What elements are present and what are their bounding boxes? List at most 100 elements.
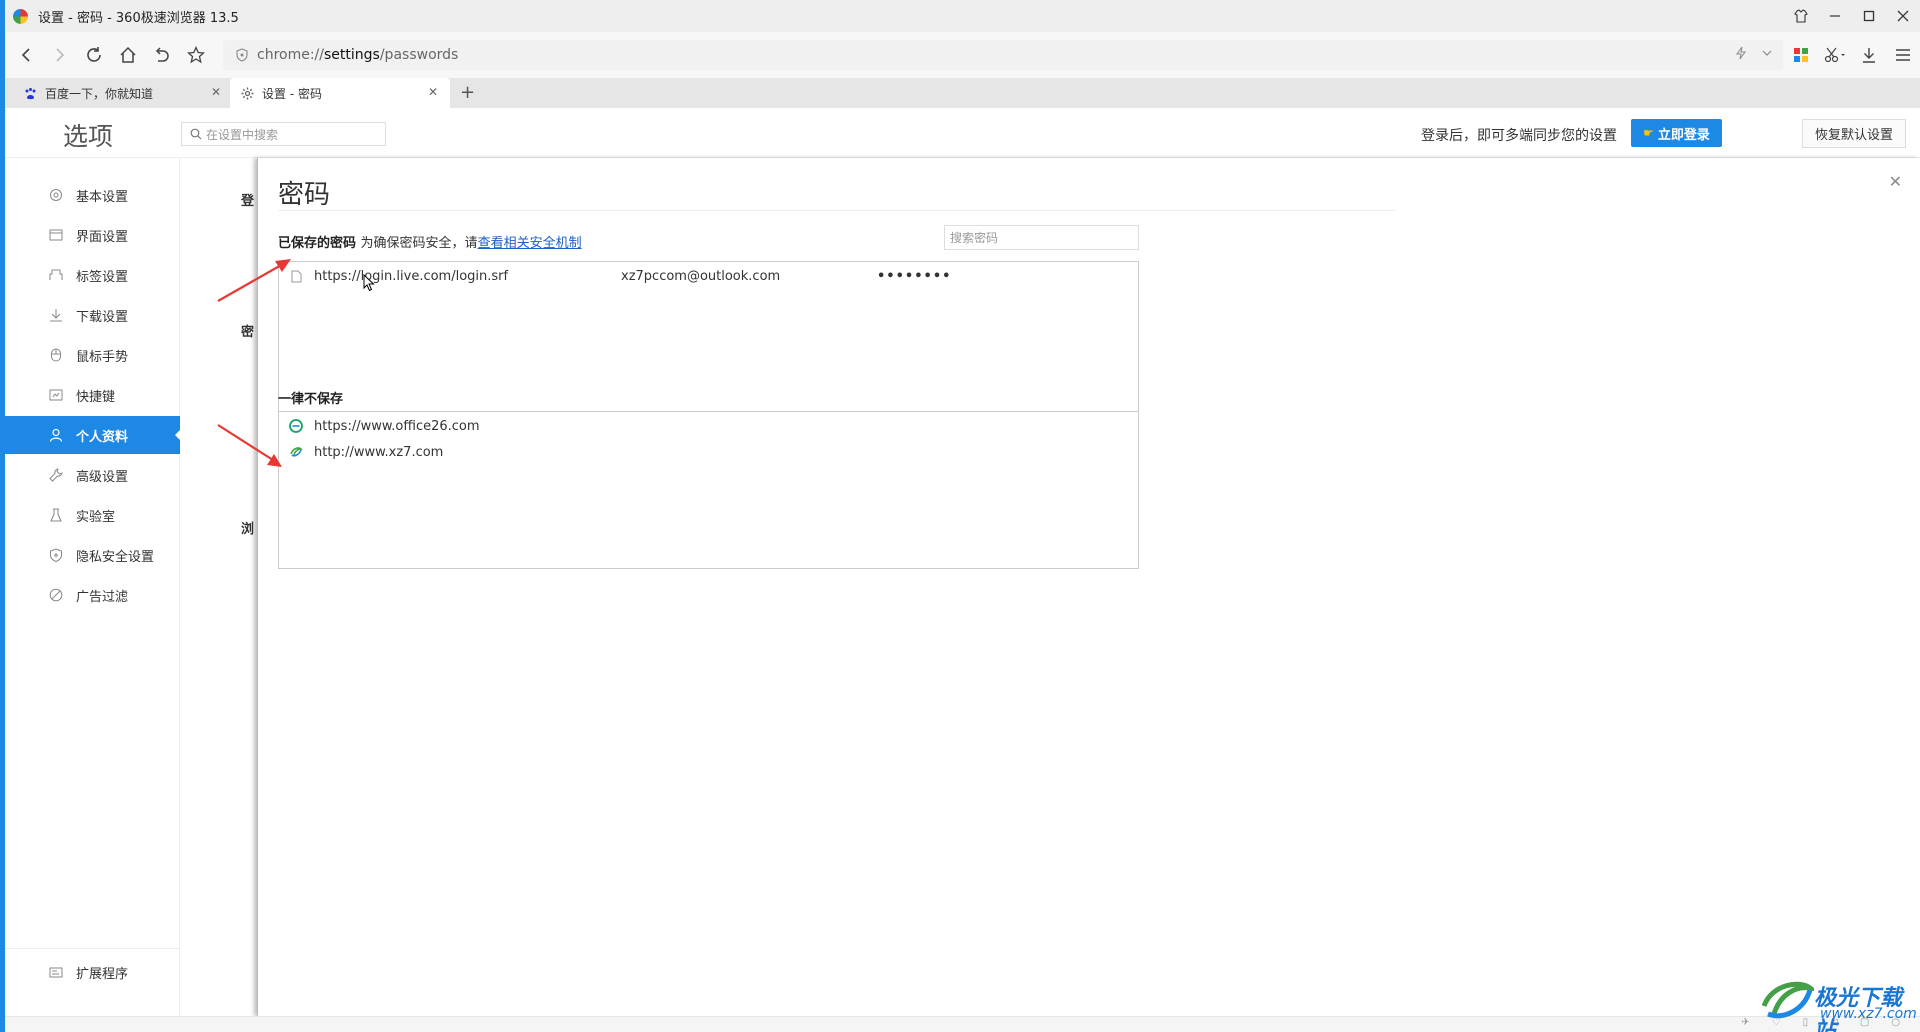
- sidebar-item-profile[interactable]: 个人资料: [5, 416, 181, 454]
- tab-settings-password[interactable]: 设置 - 密码 ✕: [230, 78, 450, 108]
- login-button[interactable]: ☛ 立即登录: [1631, 119, 1722, 147]
- dialog-title: 密码: [278, 180, 331, 210]
- sidebar-item-interface[interactable]: 界面设置: [5, 216, 180, 254]
- tab-label: 百度一下，你就知道: [45, 86, 154, 101]
- flask-icon: [48, 507, 64, 523]
- minimize-button[interactable]: [1818, 0, 1852, 32]
- bookmark-star-button[interactable]: [179, 38, 213, 72]
- toolbar: chrome://settings/passwords: [5, 32, 1920, 78]
- sidebar-item-mouse-gesture[interactable]: 鼠标手势: [5, 336, 180, 374]
- sidebar-item-privacy[interactable]: 隐私安全设置: [5, 536, 180, 574]
- close-icon[interactable]: ✕: [1889, 172, 1902, 191]
- window-controls: [1784, 0, 1920, 32]
- close-icon[interactable]: ✕: [428, 85, 438, 99]
- chevron-down-icon[interactable]: [1761, 47, 1773, 63]
- shield-icon: [48, 547, 64, 563]
- saved-passwords-heading: 已保存的密码 为确保密码安全，请查看相关安全机制: [278, 236, 582, 251]
- download-icon[interactable]: [1852, 38, 1886, 72]
- block-icon: [48, 587, 64, 603]
- background-heading-fragment: 浏: [241, 522, 255, 537]
- settings-header: 选项 在设置中搜索 登录后，即可多端同步您的设置 ☛ 立即登录 恢复默认设置: [5, 108, 1920, 158]
- tab-baidu[interactable]: 百度一下，你就知道 ✕: [13, 78, 233, 108]
- sidebar-item-lab[interactable]: 实验室: [5, 496, 180, 534]
- saved-password-mask: ••••••••: [877, 268, 952, 284]
- sidebar-item-advanced[interactable]: 高级设置: [5, 456, 180, 494]
- dialog-title-divider: [278, 210, 1395, 211]
- watermark-logo-icon: [1761, 981, 1814, 1019]
- sidebar: 基本设置 界面设置 标签设置 下载设置 鼠标手势 快捷键 个人资料 高级设置 实…: [5, 158, 181, 1016]
- new-tab-button[interactable]: +: [460, 82, 475, 103]
- background-heading-fragment: 密: [241, 325, 255, 340]
- annotation-arrow-2: [217, 424, 282, 467]
- office26-site-icon: [289, 419, 303, 433]
- forward-button[interactable]: [43, 38, 77, 72]
- menu-icon[interactable]: [1886, 38, 1920, 72]
- title-bar: 设置 - 密码 - 360极速浏览器 13.5: [5, 0, 1920, 32]
- close-icon[interactable]: ✕: [211, 85, 221, 99]
- sidebar-divider: [5, 948, 180, 949]
- gear-icon: [48, 187, 64, 203]
- never-save-heading: 一律不保存: [278, 392, 344, 407]
- list-item[interactable]: https://www.office26.com: [279, 413, 1138, 439]
- mouse-cursor-icon: [363, 274, 375, 292]
- password-search-input[interactable]: 搜索密码: [944, 225, 1139, 250]
- puzzle-icon: [48, 964, 64, 980]
- sidebar-item-basic[interactable]: 基本设置: [5, 176, 180, 214]
- maximize-button[interactable]: [1852, 0, 1886, 32]
- sidebar-item-adblock[interactable]: 广告过滤: [5, 576, 180, 614]
- gear-icon: [240, 86, 254, 100]
- annotation-arrow-1: [217, 259, 291, 302]
- window-icon: [48, 227, 64, 243]
- security-info-link[interactable]: 查看相关安全机制: [478, 236, 582, 251]
- page-title: 选项: [63, 122, 114, 151]
- apps-grid-icon[interactable]: [1784, 38, 1818, 72]
- sidebar-item-shortcuts[interactable]: 快捷键: [5, 376, 180, 414]
- url-text: chrome://settings/passwords: [257, 47, 459, 63]
- keyboard-icon: [48, 387, 64, 403]
- never-saved-site: http://www.xz7.com: [314, 444, 444, 460]
- xz7-site-icon: [289, 445, 303, 459]
- sidebar-item-download[interactable]: 下载设置: [5, 296, 180, 334]
- skin-icon[interactable]: [1784, 0, 1818, 32]
- user-icon: [48, 427, 64, 443]
- shield-icon: [236, 48, 248, 62]
- browser-logo-icon: [13, 8, 28, 24]
- background-heading-fragment: 登: [241, 194, 255, 209]
- search-placeholder: 在设置中搜索: [206, 127, 279, 142]
- back-button[interactable]: [9, 38, 43, 72]
- mouse-icon: [48, 347, 64, 363]
- window-title: 设置 - 密码 - 360极速浏览器 13.5: [38, 10, 239, 26]
- never-saved-site: https://www.office26.com: [314, 418, 480, 434]
- never-save-list: https://www.office26.com http://www.xz7.…: [278, 411, 1139, 569]
- tab-icon: [48, 267, 64, 283]
- sidebar-item-tabs[interactable]: 标签设置: [5, 256, 180, 294]
- undo-close-button[interactable]: [145, 38, 179, 72]
- list-item[interactable]: https://login.live.com/login.srf xz7pcco…: [279, 263, 1138, 289]
- tab-strip: 百度一下，你就知道 ✕ 设置 - 密码 ✕ +: [5, 78, 1920, 108]
- scissors-icon[interactable]: [1818, 38, 1852, 72]
- pointing-hand-icon: ☛: [1643, 126, 1654, 140]
- close-window-button[interactable]: [1886, 0, 1920, 32]
- reload-button[interactable]: [77, 38, 111, 72]
- saved-username: xz7pccom@outlook.com: [621, 268, 781, 284]
- tab-label: 设置 - 密码: [262, 86, 322, 101]
- saved-site: https://login.live.com/login.srf: [314, 268, 509, 284]
- home-button[interactable]: [111, 38, 145, 72]
- watermark-url: www.xz7.com: [1820, 1006, 1917, 1022]
- password-dialog: 密码 ✕ 已保存的密码 为确保密码安全，请查看相关安全机制 搜索密码 https…: [257, 158, 1920, 1016]
- settings-search-input[interactable]: 在设置中搜索: [181, 122, 386, 146]
- status-bar: ✈ ♡ ▯ ◁ ▢ ○: [5, 1016, 1920, 1032]
- baidu-paw-icon: [23, 86, 37, 100]
- watermark: 极光下载站 www.xz7.com: [1758, 976, 1918, 1032]
- rocket-icon[interactable]: ✈: [1741, 1017, 1749, 1032]
- search-icon: [190, 128, 202, 140]
- security-note: 为确保密码安全，请: [360, 236, 478, 251]
- sidebar-item-extensions[interactable]: 扩展程序: [5, 953, 180, 991]
- address-bar[interactable]: chrome://settings/passwords: [223, 40, 1783, 70]
- sync-hint: 登录后，即可多端同步您的设置: [1421, 128, 1617, 144]
- wrench-icon: [48, 467, 64, 483]
- list-item[interactable]: http://www.xz7.com: [279, 439, 1138, 465]
- lightning-icon[interactable]: [1735, 46, 1747, 64]
- toolbar-right: [1784, 38, 1920, 72]
- restore-defaults-button[interactable]: 恢复默认设置: [1802, 119, 1906, 148]
